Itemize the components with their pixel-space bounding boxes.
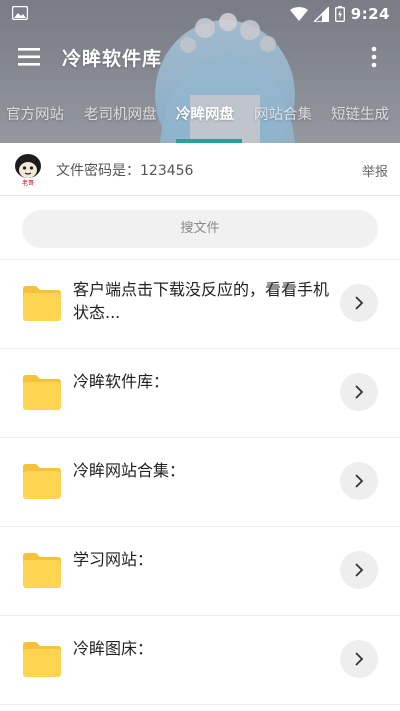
tab-site-collection[interactable]: 网站合集 (254, 100, 312, 138)
menu-icon[interactable] (18, 47, 42, 67)
item-title: 客户端点击下载没反应的，看看手机状态... (73, 280, 330, 322)
tab-lengmou-netdisk[interactable]: 冷眸网盘 (176, 100, 234, 138)
folder-icon (23, 553, 61, 588)
report-link[interactable]: 举报 (362, 161, 388, 180)
list-item[interactable]: 冷眸软件库： (0, 348, 400, 437)
signal-icon (313, 6, 329, 22)
app-bar: 冷眸软件库 (0, 30, 400, 84)
open-item-button[interactable] (340, 284, 378, 322)
password-info-row: 老哥 文件密码是：123456 举报 (0, 143, 400, 195)
wifi-icon (289, 7, 308, 21)
image-icon (12, 6, 28, 20)
folder-icon (23, 642, 61, 677)
list-item[interactable]: 学习网站： (0, 526, 400, 615)
avatar-caption: 老哥 (22, 179, 34, 187)
more-vert-icon[interactable] (370, 46, 378, 68)
list-item[interactable]: 冷眸网站合集： (0, 437, 400, 526)
divider (0, 195, 400, 196)
folder-icon (23, 375, 61, 410)
search-files-button[interactable]: 搜文件 (22, 210, 378, 248)
list-item[interactable]: 冷眸图床： (0, 615, 400, 705)
chevron-right-icon (355, 474, 364, 488)
chevron-right-icon (355, 652, 364, 666)
chevron-right-icon (355, 296, 364, 310)
password-text: 文件密码是：123456 (56, 163, 194, 179)
open-item-button[interactable] (340, 462, 378, 500)
tab-official-site[interactable]: 官方网站 (6, 100, 64, 138)
chevron-right-icon (355, 563, 364, 577)
open-item-button[interactable] (340, 551, 378, 589)
folder-icon (23, 464, 61, 499)
item-title: 冷眸网站合集： (73, 461, 186, 480)
folder-icon (23, 286, 61, 321)
status-bar: 9:24 (0, 0, 400, 28)
status-time: 9:24 (350, 5, 390, 23)
open-item-button[interactable] (340, 640, 378, 678)
tab-driver-netdisk[interactable]: 老司机网盘 (84, 100, 157, 138)
avatar: 老哥 (15, 154, 41, 187)
header-banner: 9:24 冷眸软件库 官方网站 老司机网盘 冷眸网盘 网站合集 短链生成 (0, 0, 400, 143)
item-title: 冷眸图床： (73, 639, 154, 658)
battery-charging-icon (334, 6, 345, 22)
app-title: 冷眸软件库 (62, 48, 163, 70)
tab-bar: 官方网站 老司机网盘 冷眸网盘 网站合集 短链生成 (0, 100, 400, 140)
list-item[interactable]: 客户端点击下载没反应的，看看手机状态... (0, 259, 400, 348)
open-item-button[interactable] (340, 373, 378, 411)
item-title: 冷眸软件库： (73, 372, 170, 391)
file-list: 客户端点击下载没反应的，看看手机状态... 冷眸软件库： 冷眸网站合集： 学习网… (0, 259, 400, 705)
item-title: 学习网站： (73, 550, 154, 569)
chevron-right-icon (355, 385, 364, 399)
tab-shortlink[interactable]: 短链生成 (331, 100, 389, 138)
